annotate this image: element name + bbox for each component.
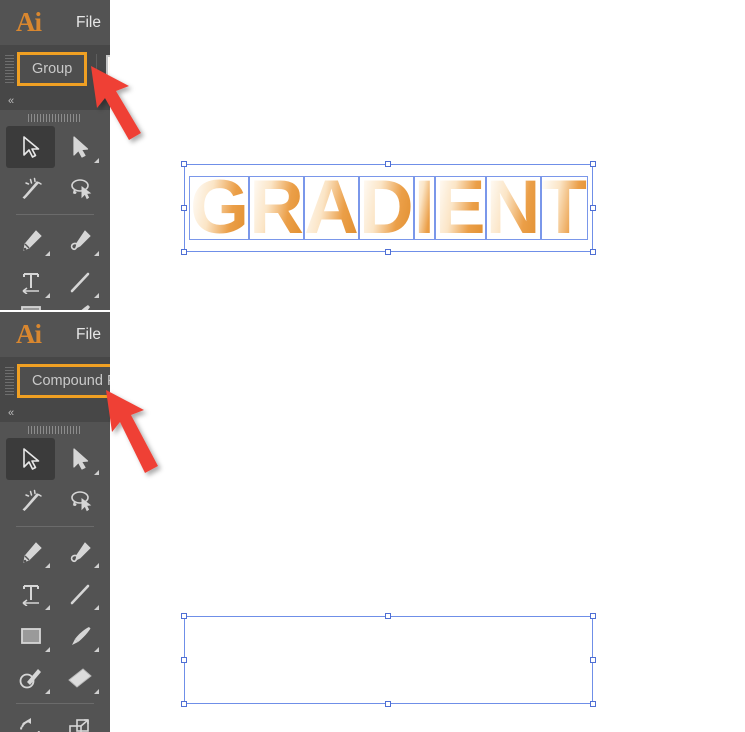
type-tool[interactable] [6,573,55,615]
illustrator-logo: Ai [16,7,42,37]
gradient-letter[interactable]: I [414,170,435,246]
type-tool[interactable] [6,261,55,303]
menu-item-file[interactable]: File [63,0,114,45]
gradient-letter[interactable]: E [435,170,486,246]
tool-flyout-indicator [45,251,50,256]
toolbox: « [0,92,110,310]
selection-handle[interactable] [181,657,187,663]
rectangle-tool[interactable] [6,303,55,310]
tool-grid [0,126,110,310]
canvas-area[interactable]: GRADIENT [110,0,745,310]
object-type-label[interactable]: Group [20,54,85,83]
tool-flyout-indicator [94,158,99,163]
pen-tool[interactable] [6,531,55,573]
gradient-letter[interactable]: R [249,170,304,246]
magic-wand-tool[interactable] [6,480,55,522]
tool-flyout-indicator [94,293,99,298]
toolbox-divider [16,526,94,527]
tool-flyout-indicator [94,563,99,568]
gradient-letter[interactable]: A [304,170,359,246]
selection-handle[interactable] [181,205,187,211]
tool-flyout-indicator [94,647,99,652]
tool-flyout-indicator [45,689,50,694]
direct-selection-tool[interactable] [55,438,104,480]
rectangle-tool[interactable] [6,615,55,657]
tool-flyout-indicator [94,251,99,256]
lasso-tool[interactable] [55,168,104,210]
selection-handle[interactable] [181,701,187,707]
toolbox-header[interactable]: « [0,404,110,422]
selection-handle[interactable] [181,161,187,167]
selection-handle[interactable] [181,249,187,255]
selection-handle[interactable] [385,249,392,255]
tool-flyout-indicator [45,605,50,610]
selection-handle[interactable] [385,161,392,167]
toolbox-grip[interactable] [0,110,110,126]
tool-flyout-indicator [45,293,50,298]
gradient-letter[interactable]: T [541,170,587,246]
selection-handle[interactable] [181,613,187,619]
toolbox-divider [16,214,94,215]
selection-handle[interactable] [589,205,596,211]
selection-handle[interactable] [589,701,596,707]
selection-tool[interactable] [6,126,55,168]
selection-handle[interactable] [589,657,596,663]
selection-handle[interactable] [589,249,596,255]
paintbrush-tool[interactable] [55,303,104,310]
toolbox-divider [16,703,94,704]
gradient-letter[interactable]: N [486,170,541,246]
control-bar-grip[interactable] [5,366,14,395]
tool-flyout-indicator [94,470,99,475]
artwork-gradient-group[interactable]: GRADIENT [181,161,596,255]
canvas-area[interactable]: GRADIENT [110,312,745,732]
tool-flyout-indicator [94,605,99,610]
tool-flyout-indicator [94,689,99,694]
shaper-tool[interactable] [6,657,55,699]
eraser-tool[interactable] [55,657,104,699]
lasso-tool[interactable] [55,480,104,522]
gradient-text-compound[interactable]: GRADIENT [190,622,587,698]
curvature-tool[interactable] [55,219,104,261]
gradient-letter[interactable]: D [359,170,414,246]
selection-handle[interactable] [589,613,596,619]
line-segment-tool[interactable] [55,261,104,303]
selection-handle[interactable] [385,701,392,707]
scale-tool[interactable] [55,708,104,732]
direct-selection-tool[interactable] [55,126,104,168]
collapse-icon[interactable]: « [8,95,14,107]
pen-tool[interactable] [6,219,55,261]
line-segment-tool[interactable] [55,573,104,615]
illustrator-logo: Ai [16,319,42,349]
object-type-highlight: Group [17,51,88,86]
toolbox: « [0,404,110,732]
tool-flyout-indicator [45,647,50,652]
collapse-icon[interactable]: « [8,407,14,419]
control-bar-grip[interactable] [5,54,14,83]
gradient-text-group[interactable]: GRADIENT [190,170,587,246]
rotate-tool[interactable] [6,708,55,732]
artwork-gradient-compound-path[interactable]: GRADIENT [181,613,596,707]
panel-group: Ai File Edit Object Type Select Effect V… [0,0,745,310]
selection-tool[interactable] [6,438,55,480]
magic-wand-tool[interactable] [6,168,55,210]
tool-grid [0,438,110,732]
selection-handle[interactable] [385,613,392,619]
panel-compound-path: Ai File Edit Object Type Select Effect V… [0,312,745,732]
control-divider-1 [96,53,98,84]
menu-item-file[interactable]: File [63,312,114,357]
selection-handle[interactable] [589,161,596,167]
tool-flyout-indicator [45,563,50,568]
toolbox-header[interactable]: « [0,92,110,110]
gradient-letter[interactable]: G [190,170,249,246]
paintbrush-tool[interactable] [55,615,104,657]
curvature-tool[interactable] [55,531,104,573]
toolbox-grip[interactable] [0,422,110,438]
